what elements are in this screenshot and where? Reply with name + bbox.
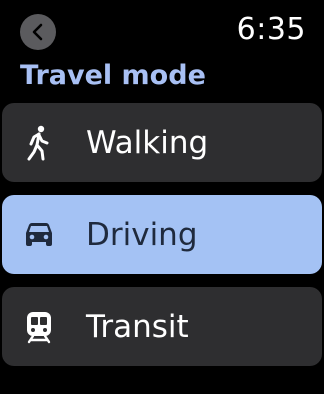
option-driving[interactable]: Driving <box>2 195 322 274</box>
chevron-left-icon <box>32 23 43 41</box>
back-button[interactable] <box>20 14 56 50</box>
option-label: Driving <box>86 216 198 253</box>
option-transit[interactable]: Transit <box>2 287 322 366</box>
clock-time: 6:35 <box>236 12 306 47</box>
train-icon <box>22 309 56 345</box>
walking-icon <box>22 125 56 161</box>
option-label: Transit <box>86 308 189 345</box>
page-title: Travel mode <box>20 60 206 91</box>
watch-screen: 6:35 Travel mode Walking Driving Transit <box>0 0 324 394</box>
car-icon <box>22 217 56 253</box>
option-label: Walking <box>86 124 209 161</box>
option-walking[interactable]: Walking <box>2 103 322 182</box>
